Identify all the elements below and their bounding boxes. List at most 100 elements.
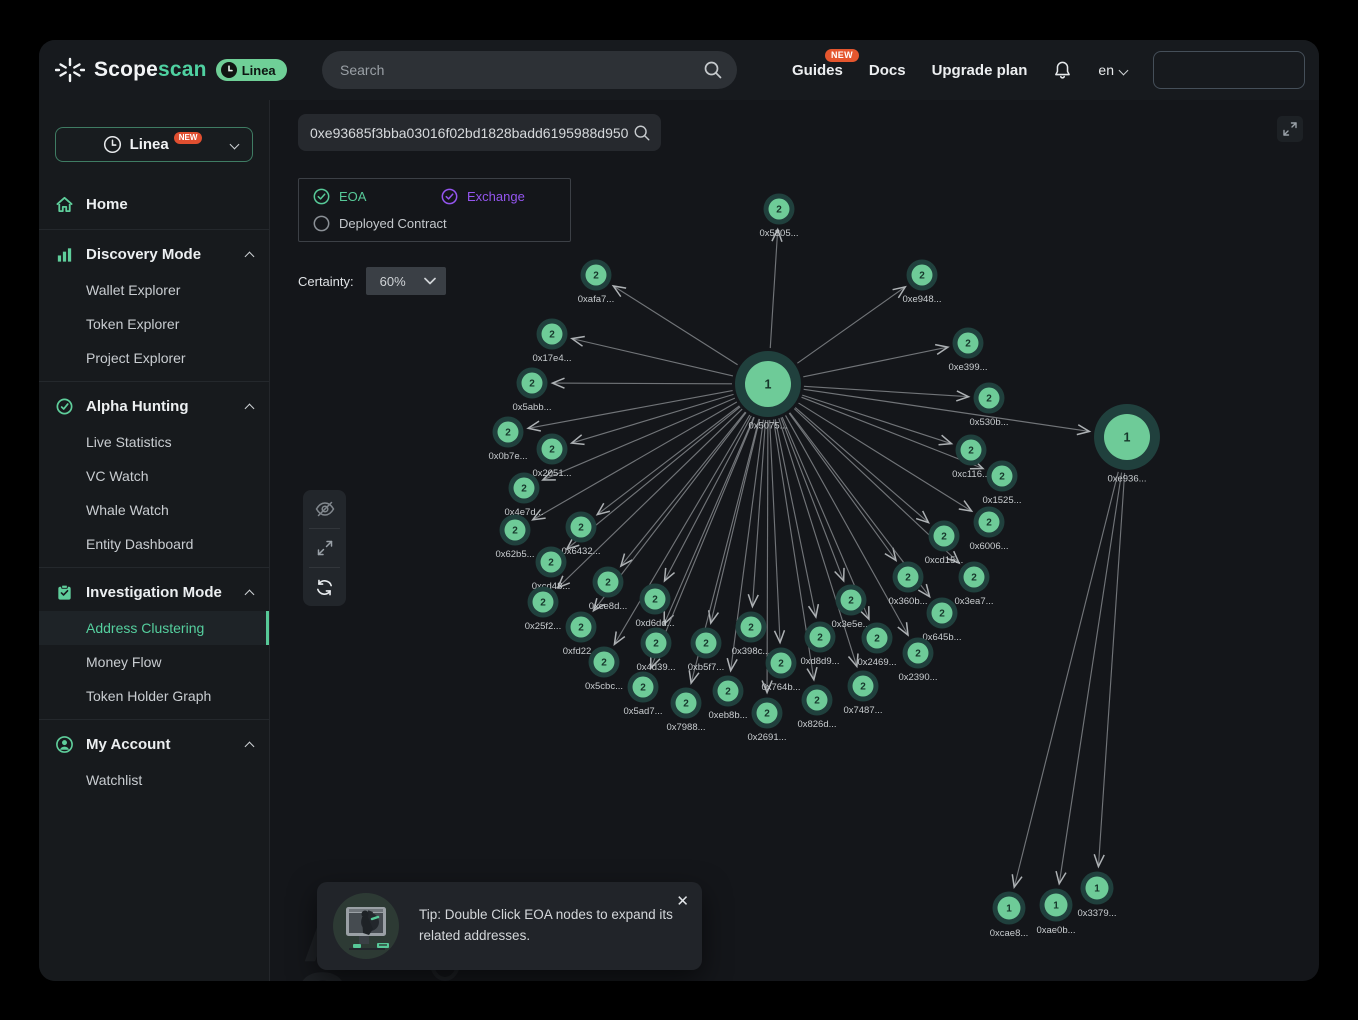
network-selector[interactable]: Linea NEW: [55, 127, 253, 162]
svg-text:2: 2: [653, 639, 659, 650]
network-badge: Linea: [216, 59, 287, 81]
sidebar-item-home[interactable]: Home: [39, 186, 269, 223]
filter-eoa[interactable]: EOA: [313, 188, 431, 205]
svg-text:2: 2: [512, 526, 518, 537]
filter-exchange[interactable]: Exchange: [441, 188, 525, 205]
nav-docs[interactable]: Docs: [869, 62, 906, 79]
graph-node[interactable]: 20xc116...: [952, 435, 990, 481]
graph-node[interactable]: 20x3ea7...: [954, 562, 993, 608]
nav-guides[interactable]: GuidesNEW: [792, 62, 843, 79]
graph-node[interactable]: 20xe399...: [948, 328, 987, 374]
graph-node[interactable]: 20x4e7d...: [504, 473, 543, 519]
graph-node[interactable]: 20xcd15...: [925, 521, 964, 567]
graph-node[interactable]: 20xb5f7...: [688, 628, 724, 674]
graph-node[interactable]: 20x25f2...: [525, 587, 561, 633]
address-input[interactable]: [310, 125, 633, 141]
graph-node[interactable]: 20x826d...: [797, 685, 836, 731]
svg-text:2: 2: [919, 271, 925, 282]
svg-text:2: 2: [971, 573, 977, 584]
search-input[interactable]: [340, 62, 703, 78]
address-search-icon[interactable]: [633, 124, 651, 142]
scopescan-logo-icon: [55, 55, 85, 85]
svg-text:2: 2: [905, 573, 911, 584]
sidebar-item-address-clustering[interactable]: Address Clustering: [39, 611, 269, 645]
graph-node[interactable]: 10xcae8...: [990, 892, 1029, 940]
chevron-up-icon: [245, 404, 255, 414]
graph-edge: [558, 409, 742, 588]
header-nav: GuidesNEW Docs Upgrade plan en: [792, 40, 1311, 100]
sidebar-item-vc-watch[interactable]: VC Watch: [39, 459, 269, 493]
graph-node[interactable]: 20xafa7...: [578, 260, 614, 306]
graph-node[interactable]: 20xce8d...: [589, 567, 628, 613]
filter-deployed-contract[interactable]: Deployed Contract: [313, 215, 447, 232]
graph-node-label: 0x645b...: [922, 632, 961, 643]
graph-node[interactable]: 20x2390...: [898, 638, 937, 684]
graph-node[interactable]: 20xe948...: [902, 260, 941, 306]
graph-node[interactable]: 10xae0b...: [1036, 889, 1075, 937]
clipboard-icon: [55, 583, 74, 602]
certainty-control: Certainty: 60%: [298, 267, 446, 295]
graph-node[interactable]: 20x4d39...: [636, 628, 675, 674]
graph-edge: [572, 339, 733, 376]
refresh-button[interactable]: [303, 568, 346, 606]
graph-node[interactable]: 20xeb8b...: [708, 676, 747, 722]
sidebar-item-project-explorer[interactable]: Project Explorer: [39, 341, 269, 375]
graph-node[interactable]: 20x6006...: [969, 507, 1008, 553]
fullscreen-button[interactable]: [1277, 116, 1303, 142]
graph-node-label: 0x360b...: [888, 596, 927, 607]
certainty-label: Certainty:: [298, 274, 354, 289]
graph-node[interactable]: 20x0b7e...: [488, 417, 527, 463]
graph-node[interactable]: 20x530b...: [969, 383, 1008, 429]
sidebar-section-investigation[interactable]: Investigation Mode: [39, 574, 269, 611]
nav-upgrade-plan[interactable]: Upgrade plan: [932, 62, 1028, 79]
graph-node[interactable]: 2 0x360b...: [888, 562, 927, 608]
graph-node[interactable]: 20x3e5e...: [831, 585, 870, 631]
graph-node[interactable]: 20x2691...: [747, 698, 786, 744]
sidebar-section-account[interactable]: My Account: [39, 726, 269, 763]
certainty-select[interactable]: 60%: [366, 267, 446, 295]
sidebar-item-money-flow[interactable]: Money Flow: [39, 645, 269, 679]
graph-edge: [797, 287, 905, 363]
graph-node[interactable]: 20x5805...: [759, 194, 798, 240]
tip-text: Tip: Double Click EOA nodes to expand it…: [419, 905, 681, 947]
graph-node[interactable]: 20x62b5...: [495, 515, 534, 561]
sidebar-item-wallet-explorer[interactable]: Wallet Explorer: [39, 273, 269, 307]
graph-node[interactable]: 20x1525...: [982, 461, 1021, 507]
graph-node[interactable]: 20x7487...: [843, 671, 882, 717]
sidebar-item-whale-watch[interactable]: Whale Watch: [39, 493, 269, 527]
sidebar-item-watchlist[interactable]: Watchlist: [39, 763, 269, 797]
hide-labels-button[interactable]: [303, 490, 346, 528]
graph-node-label: 0x5075...: [748, 421, 787, 432]
sidebar-item-entity-dashboard[interactable]: Entity Dashboard: [39, 527, 269, 561]
graph-node[interactable]: 20xfd22...: [563, 612, 599, 658]
graph-node[interactable]: 20x5ad7...: [623, 672, 662, 718]
graph-node[interactable]: 20x5abb...: [512, 368, 551, 414]
sidebar-section-discovery[interactable]: Discovery Mode: [39, 236, 269, 273]
fit-view-button[interactable]: [303, 529, 346, 567]
sidebar-item-token-holder-graph[interactable]: Token Holder Graph: [39, 679, 269, 713]
guides-new-badge: NEW: [825, 49, 859, 62]
sidebar-section-alpha[interactable]: Alpha Hunting: [39, 388, 269, 425]
graph-node[interactable]: 10xe936...: [1094, 404, 1160, 485]
graph-node-label: 0x25f2...: [525, 621, 561, 632]
svg-text:2: 2: [640, 683, 646, 694]
chevron-up-icon: [245, 742, 255, 752]
tip-illustration: [329, 889, 403, 963]
checked-circle-icon: [441, 188, 458, 205]
graph-node[interactable]: 20x17e4...: [532, 319, 571, 365]
sidebar-item-live-statistics[interactable]: Live Statistics: [39, 425, 269, 459]
svg-text:2: 2: [860, 682, 866, 693]
graph-node[interactable]: 10x5075...: [735, 351, 801, 432]
graph-node[interactable]: 20x2051...: [532, 434, 571, 480]
sidebar-item-token-explorer[interactable]: Token Explorer: [39, 307, 269, 341]
graph-node[interactable]: 20x6432...: [561, 512, 600, 558]
notification-bell-icon[interactable]: [1053, 60, 1072, 80]
graph-node[interactable]: 20xd6dd...: [635, 584, 674, 630]
language-selector[interactable]: en: [1098, 62, 1127, 78]
graph-node[interactable]: 10x3379...: [1077, 872, 1116, 920]
close-icon[interactable]: ✕: [676, 894, 689, 909]
graph-node[interactable]: 20x7988...: [666, 688, 705, 734]
address-search: [298, 114, 661, 151]
wallet-connect-button[interactable]: [1153, 51, 1305, 89]
search-icon[interactable]: [703, 60, 723, 80]
